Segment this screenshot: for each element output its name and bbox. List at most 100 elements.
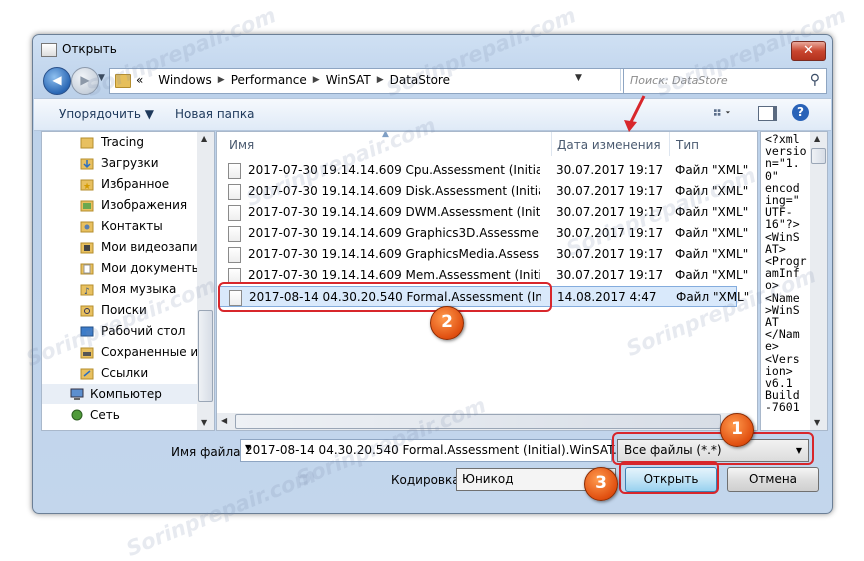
- file-list-hscrollbar[interactable]: ◀ ▶: [217, 413, 739, 430]
- scrollbar-thumb[interactable]: [198, 310, 213, 402]
- sidebar-item-label: Загрузки: [101, 156, 159, 170]
- sidebar-item-documents[interactable]: Мои документы: [42, 258, 202, 278]
- scrollbar-thumb[interactable]: [235, 414, 721, 429]
- file-date: 30.07.2017 19:17: [556, 268, 664, 282]
- desktop-folder-icon: [80, 324, 94, 338]
- sidebar-scrollbar[interactable]: ▲ ▼: [197, 132, 214, 430]
- cancel-button[interactable]: Отмена: [727, 467, 819, 492]
- chevron-down-icon[interactable]: ▼: [245, 443, 607, 452]
- scroll-up-icon[interactable]: ▲: [814, 134, 820, 143]
- scroll-down-icon[interactable]: ▼: [814, 418, 820, 427]
- sidebar-item-videos[interactable]: Мои видеозапис: [42, 237, 205, 257]
- encoding-value: Юникод: [462, 472, 514, 486]
- file-date: 14.08.2017 4:47: [557, 290, 657, 304]
- back-arrow-icon[interactable]: ◀: [43, 67, 71, 95]
- chevron-right-icon: [149, 75, 152, 85]
- sidebar-item-downloads[interactable]: Загрузки: [42, 153, 202, 173]
- filename-field[interactable]: 2017-08-14 04.30.20.540 Formal.Assessmen…: [240, 439, 639, 462]
- file-type: Файл "XML": [675, 184, 749, 198]
- scroll-left-icon[interactable]: ◀: [221, 416, 227, 425]
- saved-games-folder-icon: [80, 345, 94, 359]
- sidebar-item-saved-games[interactable]: Сохраненные иг: [42, 342, 205, 362]
- forward-arrow-icon[interactable]: ▶: [71, 67, 99, 95]
- scroll-down-icon[interactable]: ▼: [201, 418, 207, 427]
- column-date[interactable]: Дата изменения: [557, 138, 661, 152]
- file-date: 30.07.2017 19:17: [556, 163, 664, 177]
- file-date: 30.07.2017 19:17: [556, 205, 664, 219]
- new-folder-button[interactable]: Новая папка: [175, 107, 254, 121]
- sidebar-item-label: Сохраненные иг: [101, 345, 205, 359]
- file-type: Файл "XML": [675, 226, 749, 240]
- file-row[interactable]: 2017-07-30 19.14.14.609 Graphics3D.Asses…: [218, 223, 748, 244]
- scroll-up-icon[interactable]: ▲: [201, 134, 207, 143]
- organize-button[interactable]: Упорядочить ▼: [59, 107, 154, 121]
- chevron-right-icon[interactable]: ▶: [377, 75, 384, 85]
- svg-text:★: ★: [83, 182, 91, 191]
- column-name[interactable]: Имя: [229, 138, 254, 152]
- sidebar-item-label: Мои документы: [101, 261, 202, 275]
- file-row[interactable]: 2017-07-30 19.14.14.609 GraphicsMedia.As…: [218, 244, 748, 265]
- sidebar-item-network[interactable]: Сеть: [42, 405, 202, 425]
- file-list: Имя ▲ Дата изменения Тип 2017-07-30 19.1…: [216, 131, 758, 431]
- file-name: 2017-07-30 19.14.14.609 Mem.Assessment (…: [248, 268, 540, 282]
- help-icon[interactable]: ?: [792, 104, 809, 121]
- view-options-icon[interactable]: [714, 106, 730, 120]
- file-row[interactable]: 2017-07-30 19.14.14.609 DWM.Assessment (…: [218, 202, 748, 223]
- sidebar-item-label: Ссылки: [101, 366, 149, 380]
- open-button-highlight: [619, 461, 719, 494]
- column-divider[interactable]: [669, 132, 670, 156]
- recent-pages-dropdown-icon[interactable]: ▼: [98, 73, 105, 83]
- file-row[interactable]: 2017-07-30 19.14.14.609 Cpu.Assessment (…: [218, 160, 748, 181]
- sidebar-item-desktop[interactable]: Рабочий стол: [42, 321, 202, 341]
- contacts-folder-icon: [80, 219, 94, 233]
- sidebar-item-label: Tracing: [101, 135, 145, 149]
- file-name: 2017-07-30 19.14.14.609 GraphicsMedia.As…: [248, 247, 540, 261]
- preview-pane-icon[interactable]: [758, 106, 777, 121]
- file-name: 2017-07-30 19.14.14.609 Graphics3D.Asses…: [248, 226, 540, 240]
- breadcrumb-datastore[interactable]: DataStore: [390, 73, 450, 87]
- sidebar-item-label: Сеть: [90, 408, 120, 422]
- chevron-right-icon[interactable]: ▶: [313, 75, 320, 85]
- breadcrumb-overflow[interactable]: «: [136, 73, 143, 87]
- search-icon[interactable]: ⚲: [810, 72, 820, 88]
- sidebar-item-favorites[interactable]: ★ Избранное: [42, 174, 202, 194]
- xml-file-icon: [228, 205, 241, 221]
- preview-scrollbar[interactable]: ▲ ▼: [810, 132, 827, 430]
- address-bar[interactable]: « Windows ▶ Performance ▶ WinSAT ▶ DataS…: [109, 68, 648, 94]
- breadcrumb-performance[interactable]: Performance: [231, 73, 307, 87]
- column-type[interactable]: Тип: [676, 138, 699, 152]
- command-toolbar: Упорядочить ▼ Новая папка ?: [34, 98, 831, 131]
- close-button[interactable]: ✕: [791, 41, 826, 61]
- breadcrumb-winsat[interactable]: WinSAT: [326, 73, 371, 87]
- sidebar-item-music[interactable]: ♪ Моя музыка: [42, 279, 202, 299]
- file-row[interactable]: 2017-07-30 19.14.14.609 Disk.Assessment …: [218, 181, 748, 202]
- sidebar-item-tracing[interactable]: Tracing: [42, 132, 202, 152]
- favorites-folder-icon: ★: [80, 177, 94, 192]
- preview-pane: <?xml versio n="1. 0" encod ing=" UTF- 1…: [760, 131, 828, 431]
- sort-up-icon: ▲: [382, 131, 389, 139]
- column-divider[interactable]: [551, 132, 552, 156]
- file-type: Файл "XML": [675, 205, 749, 219]
- xml-file-icon: [228, 226, 241, 242]
- chevron-right-icon[interactable]: ▶: [218, 75, 225, 85]
- breadcrumb-windows[interactable]: Windows: [158, 73, 212, 87]
- folder-icon: [115, 74, 131, 88]
- sidebar-item-links[interactable]: Ссылки: [42, 363, 202, 383]
- folder-icon: [80, 135, 94, 149]
- address-dropdown-icon[interactable]: ▼: [575, 73, 582, 83]
- sidebar-item-contacts[interactable]: Контакты: [42, 216, 202, 236]
- network-icon: [70, 408, 84, 422]
- sidebar-item-computer[interactable]: Компьютер: [42, 384, 202, 404]
- sidebar-item-label: Мои видеозапис: [101, 240, 205, 254]
- file-date: 30.07.2017 19:17: [556, 247, 664, 261]
- xml-file-icon: [228, 247, 241, 263]
- window-icon: [41, 43, 57, 57]
- sidebar-item-pictures[interactable]: Изображения: [42, 195, 202, 215]
- sidebar-item-searches[interactable]: Поиски: [42, 300, 202, 320]
- sidebar-item-label: Изображения: [101, 198, 188, 212]
- scrollbar-thumb[interactable]: [811, 148, 826, 164]
- sidebar-item-label: Компьютер: [90, 387, 162, 401]
- videos-folder-icon: [80, 240, 94, 254]
- search-input[interactable]: Поиск: DataStore ⚲: [623, 68, 827, 94]
- sidebar-item-label: Моя музыка: [101, 282, 177, 296]
